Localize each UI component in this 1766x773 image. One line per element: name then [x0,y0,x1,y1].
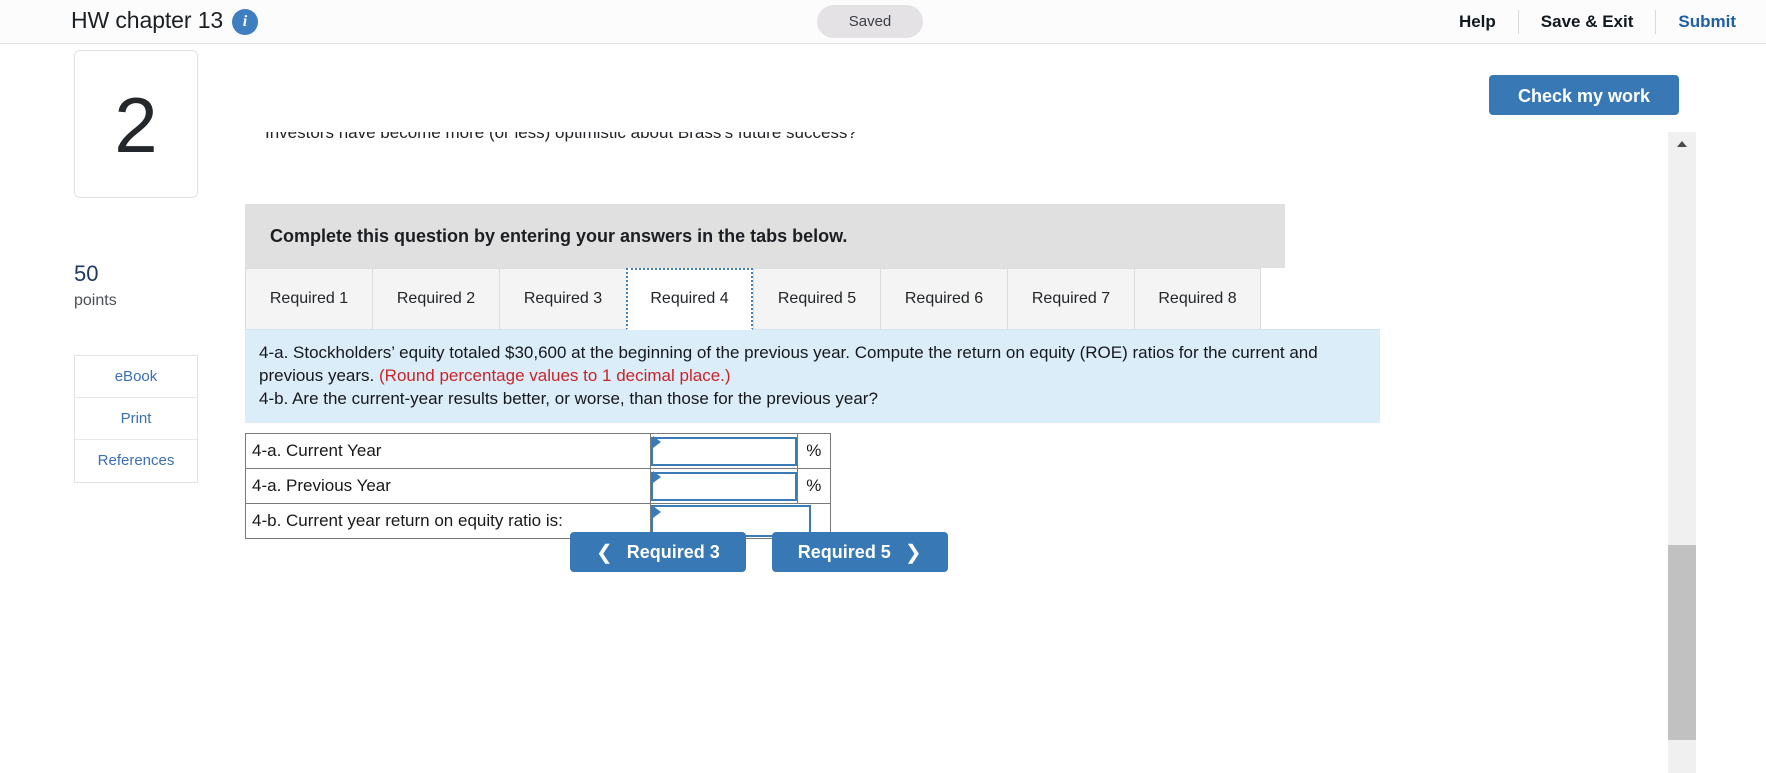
clipped-question-text: Investors have become more (or less) opt… [265,132,857,142]
points-label: points [74,292,117,309]
requirement-navigation: ❮ Required 3 Required 5 ❯ [570,532,948,572]
scroll-up-arrow-icon[interactable] [1677,141,1687,147]
vertical-scrollbar-thumb[interactable] [1668,545,1696,740]
save-status-badge: Saved [817,5,923,38]
table-row: 4-a. Previous Year % [245,468,832,504]
tab-required-1[interactable]: Required 1 [245,268,372,330]
submit-button[interactable]: Submit [1656,12,1736,32]
requirement-tabs: Required 1 Required 2 Required 3 Require… [245,268,1263,330]
points-value: 50 [74,261,99,286]
vertical-scrollbar-track[interactable] [1668,132,1696,773]
references-button[interactable]: References [75,440,197,482]
question-number-card: 2 [74,50,198,198]
chevron-left-icon: ❮ [596,541,613,564]
ebook-button[interactable]: eBook [75,356,197,398]
help-button[interactable]: Help [1437,12,1518,32]
previous-requirement-button[interactable]: ❮ Required 3 [570,532,746,572]
unit-percent-current-year: % [796,433,832,469]
tab-required-6[interactable]: Required 6 [880,268,1007,330]
page-title: HW chapter 13 [71,7,224,33]
requirement-instruction-panel: 4-a. Stockholders’ equity totaled $30,60… [245,329,1380,423]
tab-required-3[interactable]: Required 3 [499,268,626,330]
rounding-note: (Round percentage values to 1 decimal pl… [379,365,731,385]
tab-required-5[interactable]: Required 5 [753,268,880,330]
tab-required-8[interactable]: Required 8 [1134,268,1261,330]
row-label-current-year: 4-a. Current Year [245,433,651,469]
roe-previous-year-input[interactable] [651,471,797,501]
previous-requirement-label: Required 3 [626,541,720,562]
input-cell-current-year [650,433,798,469]
answer-table: 4-a. Current Year % 4-a. Previous Year %… [245,433,832,539]
table-row: 4-a. Current Year % [245,433,832,469]
print-button[interactable]: Print [75,398,197,440]
tab-required-4[interactable]: Required 4 [626,268,753,330]
unit-percent-previous-year: % [796,468,832,504]
roe-current-year-input[interactable] [651,436,797,466]
top-bar-actions: Help Save & Exit Submit [1437,0,1736,44]
chevron-right-icon: ❯ [904,541,922,564]
question-content-scroll-area[interactable]: Investors have become more (or less) opt… [240,132,1668,773]
question-rail: 2 50 points eBook Print References [0,44,240,773]
save-and-exit-button[interactable]: Save & Exit [1519,12,1656,32]
next-requirement-label: Required 5 [797,541,891,562]
top-bar: HW chapter 13 i Saved Help Save & Exit S… [0,0,1766,44]
instruction-banner: Complete this question by entering your … [245,204,1285,268]
question-number: 2 [114,81,158,169]
requirement-4b-text: 4-b. Are the current-year results better… [259,388,878,408]
next-requirement-button[interactable]: Required 5 ❯ [771,532,948,572]
tab-required-2[interactable]: Required 2 [372,268,499,330]
input-cell-previous-year [650,468,798,504]
check-my-work-button[interactable]: Check my work [1489,75,1679,115]
info-icon[interactable]: i [232,9,258,35]
instruction-banner-text: Complete this question by entering your … [270,225,848,246]
tab-required-7[interactable]: Required 7 [1007,268,1134,330]
rail-button-group: eBook Print References [74,355,198,483]
row-label-previous-year: 4-a. Previous Year [245,468,651,504]
requirement-4a-text: 4-a. Stockholders’ equity totaled $30,60… [259,342,1366,388]
